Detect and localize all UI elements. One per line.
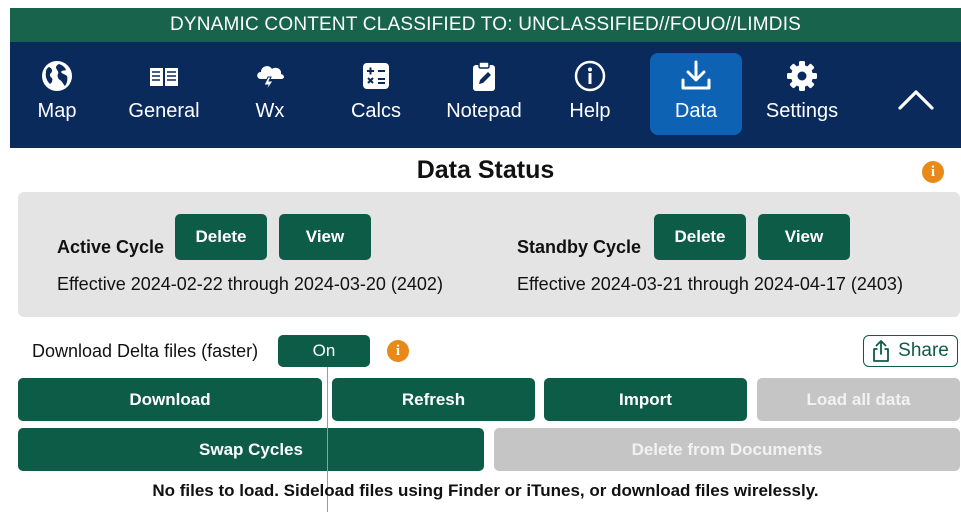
cycle-panel: Active Cycle Delete View Effective 2024-… [18,192,960,317]
nav-label-notepad: Notepad [446,100,522,122]
nav-item-calcs[interactable]: Calcs [344,53,408,135]
notepad-icon [473,61,495,91]
book-icon [150,68,178,86]
nav-bar: Map General Wx Calcs Notepad Help Data S… [10,42,961,148]
delta-files-toggle[interactable]: On [278,335,370,367]
info-icon[interactable]: i [922,161,944,183]
nav-item-general[interactable]: General [122,53,206,135]
gear-icon [787,61,817,91]
nav-label-calcs: Calcs [350,100,401,122]
globe-icon [42,61,72,91]
active-view-button[interactable]: View [279,214,371,260]
delta-files-label: Download Delta files (faster) [32,341,259,361]
share-label: Share [898,340,949,361]
delete-from-documents-button[interactable]: Delete from Documents [494,428,960,471]
standby-cycle-label: Standby Cycle [517,237,642,257]
nav-item-wx[interactable]: Wx [240,53,300,135]
standby-view-button[interactable]: View [758,214,850,260]
app-frame: DYNAMIC CONTENT CLASSIFIED TO: UNCLASSIF… [10,8,961,512]
nav-item-help[interactable]: Help [560,53,620,135]
nav-label-map: Map [37,100,77,122]
info-icon [574,60,606,92]
calculator-icon [363,63,389,89]
load-all-data-button[interactable]: Load all data [757,378,960,421]
active-cycle-effective: Effective 2024-02-22 through 2024-03-20 … [57,274,443,294]
standby-delete-button[interactable]: Delete [654,214,746,260]
standby-cycle-effective: Effective 2024-03-21 through 2024-04-17 … [517,274,903,294]
nav-item-map[interactable]: Map [24,53,90,135]
page-title: Data Status [416,156,555,184]
share-icon [873,340,890,362]
import-button[interactable]: Import [544,378,747,421]
download-button[interactable]: Download [18,378,322,421]
nav-label-settings: Settings [765,100,839,122]
nav-label-help: Help [569,100,611,122]
chevron-up-icon [898,90,934,110]
classification-text: DYNAMIC CONTENT CLASSIFIED TO: UNCLASSIF… [169,14,802,35]
download-icon [681,60,711,90]
swap-cycles-button[interactable]: Swap Cycles [18,428,484,471]
nav-label-data: Data [674,100,718,122]
nav-item-notepad[interactable]: Notepad [440,53,528,135]
nav-item-settings[interactable]: Settings [762,53,842,135]
delta-info-icon[interactable]: i [387,340,409,362]
active-delete-button[interactable]: Delete [175,214,267,260]
classification-banner: DYNAMIC CONTENT CLASSIFIED TO: UNCLASSIF… [10,8,961,42]
nav-label-general: General [128,100,200,122]
share-button[interactable]: Share [863,335,958,367]
status-message: No files to load. Sideload files using F… [152,481,819,500]
nav-label-wx: Wx [255,100,285,122]
collapse-nav-button[interactable] [888,76,944,122]
refresh-button[interactable]: Refresh [332,378,535,421]
active-cycle-label: Active Cycle [57,237,165,257]
nav-item-data[interactable]: Data [650,53,742,135]
storm-cloud-icon [257,66,284,92]
